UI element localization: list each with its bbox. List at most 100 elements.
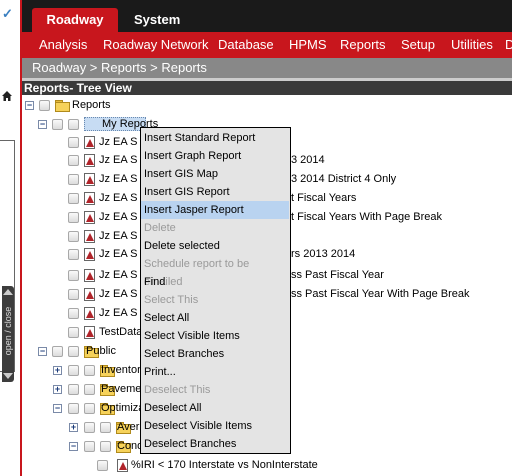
menu-item-delete: Delete <box>144 222 176 234</box>
arrow-down-icon <box>3 373 13 379</box>
tree-label[interactable]: Optimiza <box>101 401 144 415</box>
expand-icon[interactable]: + <box>53 385 62 394</box>
tree-checkbox[interactable] <box>68 327 79 338</box>
home-icon[interactable] <box>1 90 13 102</box>
menu-item-select-visible-items[interactable]: Select Visible Items <box>141 327 289 345</box>
tree-label[interactable]: Jz EA S <box>99 229 138 243</box>
tree-label[interactable]: Inventor <box>101 363 141 377</box>
tree-checkbox[interactable] <box>97 460 108 471</box>
report-file-icon <box>84 248 95 261</box>
collapse-icon[interactable]: − <box>25 101 34 110</box>
tree-label[interactable]: Jz EA S <box>99 191 138 205</box>
tree-row-pavement: + Paveme <box>22 381 152 399</box>
nav-roadway-network[interactable]: Roadway Network <box>103 32 209 58</box>
menu-item-insert-gis-report[interactable]: Insert GIS Report <box>141 183 289 201</box>
collapse-icon[interactable]: − <box>69 442 78 451</box>
menu-item-insert-standard-report[interactable]: Insert Standard Report <box>141 129 289 147</box>
menu-item-find[interactable]: Find <box>141 273 289 291</box>
tree-checkbox[interactable] <box>100 422 111 433</box>
tree-label[interactable]: Reports <box>72 98 111 112</box>
open-close-label: open / close <box>3 306 13 356</box>
tree-label[interactable]: Jz EA S <box>99 172 138 186</box>
tree-checkbox[interactable] <box>100 441 111 452</box>
tree-checkbox[interactable] <box>68 384 79 395</box>
tree-checkbox[interactable] <box>68 174 79 185</box>
tree-row-inventory: + Inventor <box>22 362 152 380</box>
tab-system[interactable]: System <box>134 8 180 32</box>
tree-checkbox[interactable] <box>84 422 95 433</box>
report-file-icon <box>84 211 95 224</box>
tree-checkbox[interactable] <box>68 119 79 130</box>
menu-item-select-all[interactable]: Select All <box>141 309 289 327</box>
tree-checkbox[interactable] <box>68 193 79 204</box>
menu-item-print[interactable]: Print... <box>141 363 289 381</box>
open-close-toggle[interactable]: open / close <box>2 286 14 382</box>
tree-label[interactable]: Aver <box>117 420 139 434</box>
nav-utilities[interactable]: Utilities <box>451 32 493 58</box>
nav-database[interactable]: Database <box>218 32 274 58</box>
tree-label[interactable]: %IRI < 170 Interstate vs NonInterstate <box>131 458 318 472</box>
menu-item-schedule-email: Schedule report to be emailed <box>144 258 250 288</box>
tree-checkbox[interactable] <box>84 403 95 414</box>
nav-analysis[interactable]: Analysis <box>39 32 87 58</box>
expand-icon[interactable]: + <box>69 423 78 432</box>
collapse-icon[interactable]: − <box>53 404 62 413</box>
tree-checkbox[interactable] <box>68 346 79 357</box>
tree-label[interactable]: Jz EA S <box>99 153 138 167</box>
tree-checkbox[interactable] <box>68 249 79 260</box>
tree-label[interactable]: Jz EA S <box>99 135 138 149</box>
nav-hpms[interactable]: HPMS <box>289 32 327 58</box>
tree-label[interactable]: Jz EA S <box>99 247 138 261</box>
menu-item-deselect-this: Deselect This <box>144 384 211 396</box>
tree-checkbox[interactable] <box>39 100 50 111</box>
tree-checkbox[interactable] <box>84 365 95 376</box>
report-file-icon <box>84 192 95 205</box>
expand-icon[interactable]: + <box>53 366 62 375</box>
collapse-icon[interactable]: − <box>38 347 47 356</box>
tree-checkbox[interactable] <box>52 119 63 130</box>
report-file-icon <box>84 154 95 167</box>
tree-checkbox[interactable] <box>68 231 79 242</box>
menu-item-insert-jasper-report[interactable]: Insert Jasper Report <box>141 201 289 219</box>
tree-checkbox[interactable] <box>68 308 79 319</box>
tree-label[interactable]: Jz EA S <box>99 306 138 320</box>
menu-item-select-this: Select This <box>144 294 199 306</box>
tree-label[interactable]: Public <box>86 344 116 358</box>
nav-setup[interactable]: Setup <box>401 32 435 58</box>
menu-item-delete-selected[interactable]: Delete selected <box>141 237 289 255</box>
tree-row-condition: − Cond <box>22 438 152 456</box>
menu-item-insert-gis-map[interactable]: Insert GIS Map <box>141 165 289 183</box>
collapse-icon[interactable]: − <box>38 120 47 129</box>
menu-item-select-branches[interactable]: Select Branches <box>141 345 289 363</box>
menu-item-insert-graph-report[interactable]: Insert Graph Report <box>141 147 289 165</box>
tree-row-report: TestData <box>22 324 152 342</box>
tree-checkbox[interactable] <box>84 441 95 452</box>
tree-label[interactable]: Jz EA S <box>99 287 138 301</box>
report-file-icon <box>84 173 95 186</box>
tree-checkbox[interactable] <box>68 155 79 166</box>
tree-checkbox[interactable] <box>68 212 79 223</box>
tree-label-suffix: ss Past Fiscal Year <box>291 269 384 281</box>
tree-row-public: − Public <box>22 343 152 361</box>
tree-checkbox[interactable] <box>68 403 79 414</box>
menu-item-deselect-branches[interactable]: Deselect Branches <box>141 435 289 453</box>
tree-label[interactable]: Jz EA S <box>99 268 138 282</box>
tree-label-suffix: ss Past Fiscal Year With Page Break <box>291 288 470 300</box>
tree-label[interactable]: TestData <box>99 325 142 339</box>
menu-item-deselect-visible-items[interactable]: Deselect Visible Items <box>141 417 289 435</box>
nav-reports[interactable]: Reports <box>340 32 386 58</box>
tree-label[interactable]: Jz EA S <box>99 210 138 224</box>
tree-label-suffix: 3 2014 <box>291 154 325 166</box>
tree-label[interactable]: Paveme <box>101 382 141 396</box>
tree-checkbox[interactable] <box>68 289 79 300</box>
tree-checkbox[interactable] <box>52 346 63 357</box>
tree-checkbox[interactable] <box>68 270 79 281</box>
tree-label-selected[interactable]: My Reports <box>84 117 158 131</box>
menu-item-deselect-all[interactable]: Deselect All <box>141 399 289 417</box>
tree-checkbox[interactable] <box>68 365 79 376</box>
tree-checkbox[interactable] <box>84 384 95 395</box>
tab-roadway[interactable]: Roadway <box>32 8 118 32</box>
tree-checkbox[interactable] <box>68 137 79 148</box>
nav-overflow[interactable]: D <box>505 32 512 58</box>
report-file-icon <box>117 459 128 472</box>
